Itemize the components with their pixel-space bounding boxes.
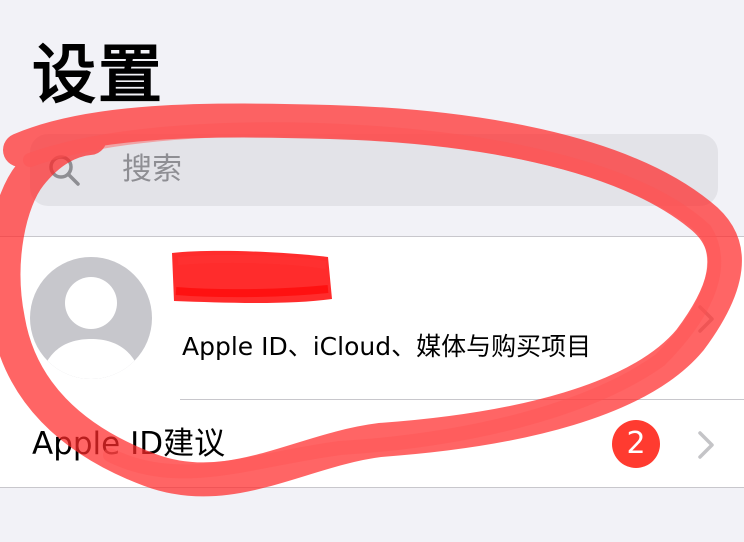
- person-silhouette-icon: [40, 277, 142, 379]
- page-title: 设置: [32, 39, 164, 113]
- apple-id-suggestions-label: Apple ID建议: [32, 426, 226, 462]
- chevron-right-icon: [698, 431, 714, 459]
- avatar: [30, 257, 152, 379]
- search-bar[interactable]: 搜索: [30, 134, 718, 206]
- settings-screen: 设置 搜索 Apple ID、iCloud、媒体与购买项目 Apple ID建议…: [0, 0, 744, 542]
- apple-id-profile-row[interactable]: Apple ID、iCloud、媒体与购买项目: [0, 237, 744, 399]
- name-redaction-scribble: [172, 250, 332, 303]
- search-icon: [49, 155, 80, 186]
- account-group: Apple ID、iCloud、媒体与购买项目 Apple ID建议 2: [0, 236, 744, 488]
- notification-badge: 2: [612, 420, 660, 468]
- search-placeholder: 搜索: [122, 152, 182, 187]
- profile-subtitle: Apple ID、iCloud、媒体与购买项目: [182, 332, 592, 361]
- apple-id-suggestions-row[interactable]: Apple ID建议 2: [0, 400, 744, 489]
- chevron-right-icon: [698, 305, 714, 333]
